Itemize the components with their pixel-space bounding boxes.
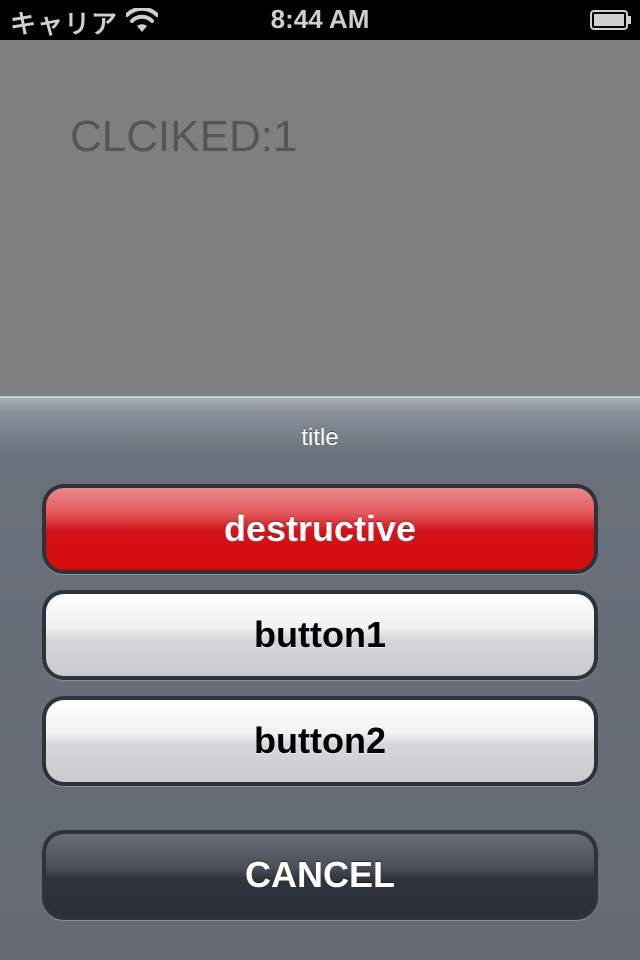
destructive-button[interactable]: destructive [46, 488, 594, 570]
button1-frame: button1 [42, 590, 598, 680]
click-count-label: CLCIKED:1 [70, 112, 298, 161]
button2[interactable]: button2 [46, 700, 594, 782]
destructive-button-frame: destructive [42, 484, 598, 574]
status-time: 8:44 AM [270, 4, 370, 34]
cancel-button[interactable]: CANCEL [46, 834, 594, 916]
main-content: CLCIKED:1 [0, 40, 640, 396]
battery-icon [590, 10, 632, 30]
button2-frame: button2 [42, 696, 598, 786]
button1[interactable]: button1 [46, 594, 594, 676]
action-sheet-title: title [301, 424, 339, 451]
status-bar: キャリア 8:44 AM [0, 0, 640, 40]
cancel-button-frame: CANCEL [42, 830, 598, 920]
action-sheet: title destructive button1 button2 CANCEL [0, 396, 640, 960]
screen: キャリア 8:44 AM CLCIKED:1 title destructive… [0, 0, 640, 960]
